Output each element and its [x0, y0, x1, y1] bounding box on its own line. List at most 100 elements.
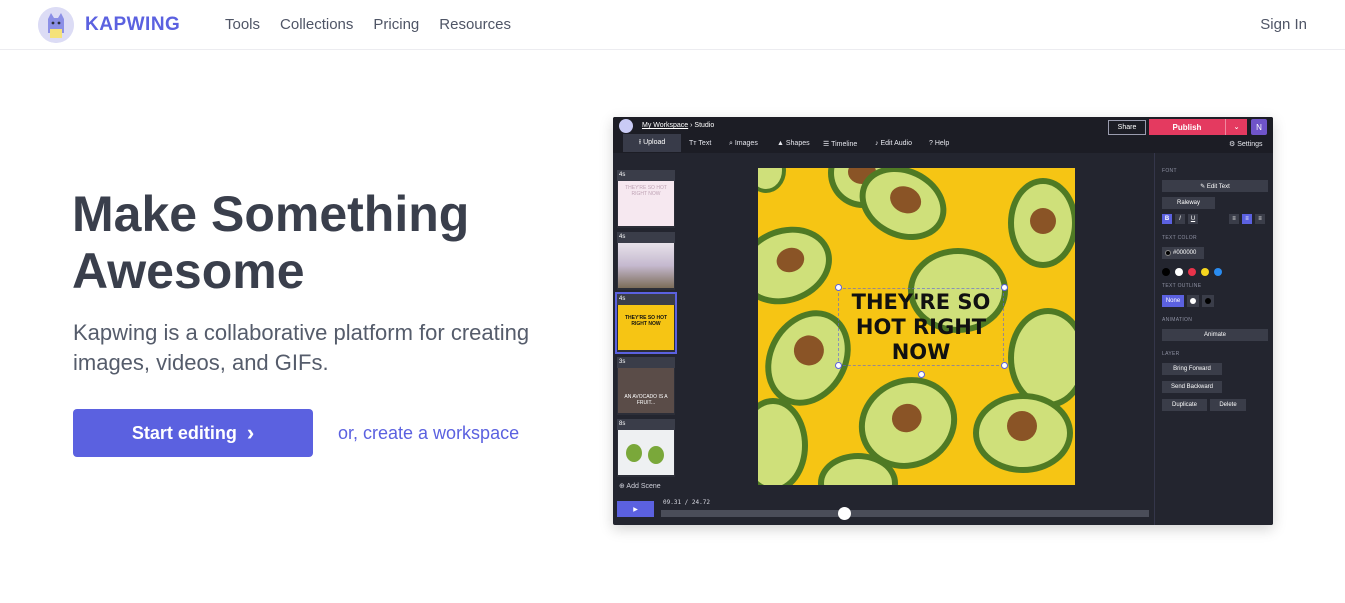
- hero-title-line1: Make Something: [72, 186, 470, 242]
- nav-link-pricing[interactable]: Pricing: [373, 16, 419, 33]
- sign-in-link[interactable]: Sign In: [1260, 16, 1307, 33]
- play-button[interactable]: ▶: [617, 501, 654, 517]
- scene-duration: 4s: [617, 232, 675, 243]
- scene-thumb[interactable]: 8s: [617, 419, 675, 477]
- timecode: 09.31 / 24.72: [663, 499, 710, 506]
- avocado-image: [758, 168, 786, 193]
- caption-line2: HOT RIGHT: [855, 314, 987, 339]
- breadcrumb: My Workspace › Studio: [642, 122, 714, 129]
- kapwing-logo-icon[interactable]: [38, 7, 74, 43]
- user-avatar[interactable]: N: [1251, 119, 1267, 135]
- studio-preview: My Workspace › Studio Share Publish ⌄ N …: [613, 117, 1273, 525]
- align-center-icon[interactable]: ≡: [1242, 214, 1252, 224]
- create-workspace-link[interactable]: or, create a workspace: [338, 423, 519, 444]
- scene-preview: AN AVOCADO IS A FRUIT...: [618, 368, 674, 413]
- text-color-value: #000000: [1173, 250, 1197, 256]
- bold-toggle[interactable]: B: [1162, 214, 1172, 224]
- resize-handle[interactable]: [835, 284, 842, 291]
- avocado-image: [758, 398, 808, 485]
- outline-black-option[interactable]: [1202, 295, 1214, 307]
- align-right-icon[interactable]: ≡: [1255, 214, 1265, 224]
- swatch-yellow[interactable]: [1201, 268, 1209, 276]
- hero-subtitle: Kapwing is a collaborative platform for …: [73, 320, 530, 375]
- scene-thumb-active[interactable]: 4s THEY'RE SO HOT RIGHT NOW: [615, 292, 677, 354]
- timeline-scrubber[interactable]: [661, 510, 1149, 517]
- nav-link-tools[interactable]: Tools: [225, 16, 260, 33]
- scene-thumb[interactable]: 3s AN AVOCADO IS A FRUIT...: [617, 357, 675, 415]
- chevron-down-icon[interactable]: ⌄: [1225, 119, 1247, 135]
- publish-label: Publish: [1172, 122, 1202, 132]
- underline-toggle[interactable]: U: [1188, 214, 1198, 224]
- bring-forward-button[interactable]: Bring Forward: [1162, 363, 1222, 375]
- timeline-tool[interactable]: ☰ Timeline: [823, 140, 857, 148]
- font-section-label: FONT: [1162, 168, 1177, 174]
- scene-duration: 4s: [617, 294, 675, 305]
- scene-duration: 3s: [617, 357, 675, 368]
- start-editing-label: Start editing: [131, 422, 237, 443]
- avocado-image: [1008, 178, 1075, 268]
- resize-handle[interactable]: [1001, 362, 1008, 369]
- swatch-black[interactable]: [1162, 268, 1170, 276]
- hero-title-line2: Awesome: [72, 243, 305, 299]
- breadcrumb-studio: Studio: [694, 122, 715, 129]
- font-select[interactable]: Raleway: [1162, 197, 1215, 209]
- text-color-picker[interactable]: #000000: [1162, 247, 1204, 259]
- shapes-tool[interactable]: ▲ Shapes: [777, 140, 810, 147]
- playhead-knob[interactable]: [837, 507, 851, 520]
- timecode-separator: /: [681, 499, 692, 506]
- italic-toggle[interactable]: I: [1175, 214, 1185, 224]
- breadcrumb-workspace[interactable]: My Workspace: [642, 122, 688, 129]
- share-button[interactable]: Share: [1108, 120, 1146, 135]
- animate-button[interactable]: Animate: [1162, 329, 1268, 341]
- caption-text-layer[interactable]: THEY'RE SO HOT RIGHT NOW: [838, 288, 1004, 366]
- caption-line3: NOW: [891, 339, 951, 364]
- layer-label: LAYER: [1162, 351, 1180, 357]
- resize-handle[interactable]: [1001, 284, 1008, 291]
- animation-label: ANIMATION: [1162, 317, 1193, 323]
- duplicate-button[interactable]: Duplicate: [1162, 399, 1207, 411]
- nav-link-collections[interactable]: Collections: [280, 16, 353, 33]
- swatch-blue[interactable]: [1214, 268, 1222, 276]
- outline-white-option[interactable]: [1187, 295, 1199, 307]
- swatch-red[interactable]: [1188, 268, 1196, 276]
- top-nav: KAPWING Tools Collections Pricing Resour…: [0, 0, 1345, 50]
- color-swatch-icon: [1165, 250, 1171, 256]
- add-scene-button[interactable]: ⊕ Add Scene: [619, 482, 661, 490]
- avocado-image: [758, 214, 843, 317]
- start-editing-button[interactable]: Start editing ›: [73, 409, 313, 457]
- edit-audio-tool[interactable]: ♪ Edit Audio: [875, 140, 912, 147]
- avocado-image: [973, 393, 1073, 473]
- scene-preview: THEY'RE SO HOT RIGHT NOW: [618, 181, 674, 226]
- delete-button[interactable]: Delete: [1210, 399, 1246, 411]
- rotate-handle[interactable]: [918, 371, 925, 378]
- text-tool[interactable]: Tт Text: [689, 140, 711, 147]
- chevron-right-icon: ›: [246, 420, 255, 445]
- editor-canvas[interactable]: THEY'RE SO HOT RIGHT NOW: [758, 168, 1075, 485]
- nav-link-resources[interactable]: Resources: [439, 16, 511, 33]
- landing-page: KAPWING Tools Collections Pricing Resour…: [0, 0, 1345, 603]
- properties-panel: FONT ✎ Edit Text Raleway B I U ≡ ≡ ≡ TEX…: [1154, 153, 1273, 525]
- scene-thumb[interactable]: 4s: [617, 232, 675, 290]
- swatch-white[interactable]: [1175, 268, 1183, 276]
- text-outline-label: TEXT OUTLINE: [1162, 283, 1202, 289]
- text-color-label: TEXT COLOR: [1162, 235, 1197, 241]
- scene-preview: [618, 243, 674, 288]
- nav-links: Tools Collections Pricing Resources: [225, 16, 511, 33]
- send-backward-button[interactable]: Send Backward: [1162, 381, 1222, 393]
- studio-toolbar: Tт Text ⌕ Images ▲ Shapes ☰ Timeline ♪ E…: [613, 137, 1273, 153]
- workspace-avatar-icon[interactable]: [619, 119, 633, 133]
- settings-tool[interactable]: ⚙ Settings: [1229, 140, 1263, 148]
- upload-button[interactable]: ⭱ Upload: [623, 134, 681, 152]
- publish-button[interactable]: Publish ⌄: [1149, 119, 1247, 135]
- scene-thumb[interactable]: 4s THEY'RE SO HOT RIGHT NOW: [617, 170, 675, 228]
- caption-line1: THEY'RE SO: [851, 289, 991, 314]
- scene-duration: 8s: [617, 419, 675, 430]
- brand-name[interactable]: KAPWING: [85, 14, 180, 36]
- images-tool[interactable]: ⌕ Images: [729, 140, 758, 148]
- scene-duration: 4s: [617, 170, 675, 181]
- edit-text-button[interactable]: ✎ Edit Text: [1162, 180, 1268, 192]
- outline-none-button[interactable]: None: [1162, 295, 1184, 307]
- align-left-icon[interactable]: ≡: [1229, 214, 1239, 224]
- help-tool[interactable]: ? Help: [929, 140, 949, 147]
- resize-handle[interactable]: [835, 362, 842, 369]
